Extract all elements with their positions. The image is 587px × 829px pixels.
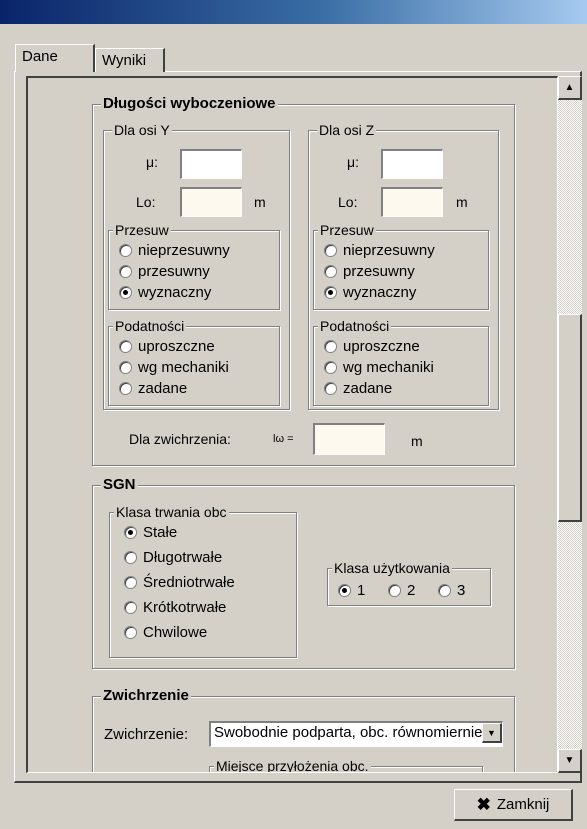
tab-wyniki[interactable]: Wyniki	[95, 48, 165, 72]
load-point-group: Miejsce przyłożenia obc.	[209, 757, 483, 772]
service-class-group: Klasa użytkowania 1 2 3	[327, 559, 491, 606]
sway-z-group: Przesuw nieprzesuwny przesuwny wyznaczny	[313, 221, 489, 310]
radio-button[interactable]	[324, 360, 337, 374]
title-bar	[0, 0, 587, 24]
sway-y-option[interactable]: nieprzesuwny	[119, 240, 230, 260]
lt-select-value: Swobodnie podparta, obc. równomiernie	[214, 724, 483, 741]
radio-button[interactable]	[388, 583, 401, 597]
arrow-up-icon[interactable]: ▲	[558, 76, 582, 100]
close-button-label: Zamknij	[496, 796, 550, 813]
axis-z-group: Dla osi Z μ: Lo: m Przesuw nieprzesuwny …	[308, 121, 499, 410]
lt-label: Zwichrzenie:	[104, 726, 189, 743]
flex-y-option[interactable]: uproszczne	[119, 336, 215, 356]
sway-z-option[interactable]: wyznaczny	[324, 282, 416, 302]
sgn-group-title: SGN	[101, 476, 138, 494]
flex-y-option[interactable]: zadane	[119, 378, 187, 398]
sway-y-option[interactable]: wyznaczny	[119, 282, 211, 302]
buckling-group-title: Długości wyboczeniowe	[101, 95, 278, 113]
radio-button[interactable]	[438, 583, 451, 597]
load-duration-option[interactable]: Krótkotrwałe	[124, 597, 226, 617]
lt-group-title: Zwichrzenie	[101, 687, 191, 705]
lw-symbol: lω =	[273, 433, 294, 445]
lo-y-label: Lo:	[136, 194, 156, 210]
load-duration-option[interactable]: Średniotrwałe	[124, 572, 235, 592]
radio-button[interactable]	[324, 243, 337, 257]
flex-y-option[interactable]: wg mechaniki	[119, 357, 229, 377]
radio-button[interactable]	[119, 360, 132, 374]
flex-y-title: Podatności	[113, 317, 187, 335]
arrow-down-icon[interactable]: ▼	[558, 749, 582, 773]
vertical-scrollbar[interactable]: ▲ ▼	[558, 76, 582, 773]
flex-z-option[interactable]: zadane	[324, 378, 392, 398]
lt-select[interactable]: Swobodnie podparta, obc. równomiernie ▼	[209, 721, 503, 747]
x-icon: ✖	[476, 794, 491, 814]
lo-z-input[interactable]	[381, 187, 443, 217]
buckling-group: Długości wyboczeniowe Dla osi Y μ: Lo: m…	[92, 95, 515, 466]
load-duration-option[interactable]: Chwilowe	[124, 622, 207, 642]
sway-y-title: Przesuw	[113, 221, 171, 239]
service-class-title: Klasa użytkowania	[332, 559, 452, 577]
sway-y-option[interactable]: przesuwny	[119, 261, 210, 281]
axis-z-title: Dla osi Z	[317, 121, 377, 139]
flex-y-group: Podatności uproszczne wg mechaniki zadan…	[108, 317, 280, 406]
sgn-group: SGN Klasa trwania obc Stałe Długotrwałe …	[92, 476, 515, 669]
lo-z-unit: m	[456, 194, 468, 210]
flex-z-option[interactable]: uproszczne	[324, 336, 420, 356]
radio-button[interactable]	[324, 381, 337, 395]
load-duration-option[interactable]: Długotrwałe	[124, 547, 222, 567]
scroll-thumb[interactable]	[558, 314, 582, 522]
radio-button[interactable]	[124, 600, 137, 614]
mu-y-input[interactable]	[180, 149, 242, 179]
radio-button[interactable]	[119, 243, 132, 257]
radio-button[interactable]	[119, 264, 132, 278]
radio-button[interactable]	[119, 339, 132, 353]
service-class-option[interactable]: 3	[438, 580, 465, 600]
scroll-content: Długości wyboczeniowe Dla osi Y μ: Lo: m…	[26, 76, 558, 773]
service-class-option[interactable]: 2	[388, 580, 415, 600]
lt-length-label: Dla zwichrzenia:	[129, 431, 231, 447]
radio-button-checked[interactable]	[338, 583, 351, 597]
load-duration-option[interactable]: Stałe	[124, 522, 177, 542]
lt-length-input[interactable]	[313, 423, 385, 455]
flex-z-title: Podatności	[318, 317, 392, 335]
radio-button[interactable]	[124, 550, 137, 564]
tab-dane[interactable]: Dane	[15, 44, 95, 72]
radio-button[interactable]	[124, 625, 137, 639]
mu-z-label: μ:	[347, 154, 359, 170]
close-button[interactable]: ✖ Zamknij	[454, 789, 573, 821]
radio-button[interactable]	[324, 339, 337, 353]
mu-y-label: μ:	[146, 154, 158, 170]
sway-z-option[interactable]: nieprzesuwny	[324, 240, 435, 260]
radio-button-checked[interactable]	[119, 285, 132, 299]
load-point-title: Miejsce przyłożenia obc.	[214, 757, 371, 773]
service-class-option[interactable]: 1	[338, 580, 365, 600]
radio-button[interactable]	[119, 381, 132, 395]
sway-y-group: Przesuw nieprzesuwny przesuwny wyznaczny	[108, 221, 280, 310]
lo-z-label: Lo:	[338, 194, 358, 210]
radio-button[interactable]	[124, 575, 137, 589]
radio-button-checked[interactable]	[324, 285, 337, 299]
radio-button[interactable]	[324, 264, 337, 278]
chevron-down-icon[interactable]: ▼	[482, 723, 502, 743]
lo-y-input[interactable]	[180, 187, 242, 217]
load-duration-title: Klasa trwania obc	[114, 503, 229, 521]
lo-y-unit: m	[254, 194, 266, 210]
flex-z-option[interactable]: wg mechaniki	[324, 357, 434, 377]
sway-z-title: Przesuw	[318, 221, 376, 239]
radio-button-checked[interactable]	[124, 525, 137, 539]
load-duration-group: Klasa trwania obc Stałe Długotrwałe Śred…	[109, 503, 297, 658]
axis-y-group: Dla osi Y μ: Lo: m Przesuw nieprzesuwny …	[103, 121, 290, 410]
mu-z-input[interactable]	[381, 149, 443, 179]
lt-group: Zwichrzenie Zwichrzenie: Swobodnie podpa…	[92, 687, 515, 772]
flex-z-group: Podatności uproszczne wg mechaniki zadan…	[313, 317, 489, 406]
lt-length-unit: m	[411, 433, 423, 449]
sway-z-option[interactable]: przesuwny	[324, 261, 415, 281]
axis-y-title: Dla osi Y	[112, 121, 172, 139]
